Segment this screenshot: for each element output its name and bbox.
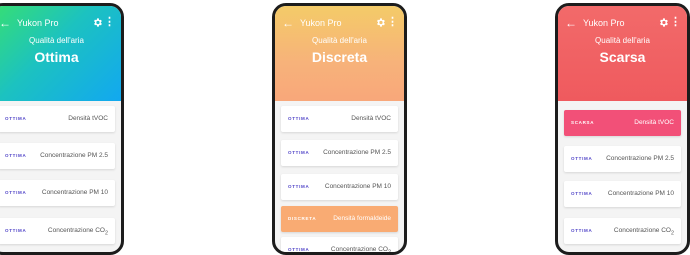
status-badge: OTTIMA: [5, 228, 27, 233]
status-badge: OTTIMA: [288, 116, 310, 121]
more-vert-icon[interactable]: ⋮: [104, 15, 115, 29]
app-header: ← Yukon Pro ⋮ Qualità dell'aria Discreta: [275, 6, 404, 101]
gear-icon[interactable]: [658, 17, 669, 28]
app-header: ← Yukon Pro ⋮ Qualità dell'aria Ottima: [0, 6, 121, 101]
air-quality-caption: Qualità dell'aria: [312, 36, 367, 45]
sensor-card[interactable]: OTTIMA Concentrazione PM 2.5: [564, 146, 681, 172]
sensor-card[interactable]: OTTIMA Concentrazione PM 2.5: [281, 140, 398, 166]
sensor-label: Densità formaldeide: [333, 215, 391, 222]
sensor-label: Densità tVOC: [634, 119, 674, 126]
more-vert-icon[interactable]: ⋮: [670, 15, 681, 29]
status-badge: OTTIMA: [5, 116, 27, 121]
air-quality-value: Scarsa: [599, 49, 646, 65]
status-badge: OTTIMA: [288, 150, 310, 155]
app-header: ← Yukon Pro ⋮ Qualità dell'aria Scarsa: [558, 6, 687, 101]
status-badge: OTTIMA: [5, 153, 27, 158]
status-badge: OTTIMA: [5, 190, 27, 195]
phone-screen-discreta: ← Yukon Pro ⋮ Qualità dell'aria Discreta…: [272, 3, 407, 255]
sensor-card[interactable]: OTTIMA Concentrazione CO2: [564, 218, 681, 244]
phone-screen-ottima: ← Yukon Pro ⋮ Qualità dell'aria Ottima O…: [0, 3, 124, 255]
gear-icon[interactable]: [375, 17, 386, 28]
arrow-left-icon[interactable]: ←: [0, 14, 11, 32]
more-vert-icon[interactable]: ⋮: [387, 15, 398, 29]
sensor-card[interactable]: OTTIMA Concentrazione PM 10: [281, 174, 398, 200]
sensor-label: Concentrazione PM 10: [607, 190, 674, 197]
sensor-card-highlighted[interactable]: DISCRETA Densità formaldeide: [281, 206, 398, 232]
sensor-label: Concentrazione CO2: [330, 237, 391, 255]
sensor-card[interactable]: OTTIMA Concentrazione PM 2.5: [0, 143, 115, 169]
sensor-card[interactable]: OTTIMA Concentrazione CO2: [281, 237, 398, 255]
air-quality-caption: Qualità dell'aria: [595, 36, 650, 45]
phone-screen-scarsa: ← Yukon Pro ⋮ Qualità dell'aria Scarsa S…: [555, 3, 690, 255]
status-badge: OTTIMA: [571, 191, 593, 196]
status-badge: OTTIMA: [571, 156, 593, 161]
sensor-label: Concentrazione PM 2.5: [606, 155, 674, 162]
sensor-label-text: Concentrazione CO: [330, 246, 388, 253]
app-title: Yukon Pro: [583, 18, 625, 28]
sensor-label: Densità tVOC: [351, 115, 391, 122]
arrow-left-icon[interactable]: ←: [282, 14, 294, 32]
sensor-card[interactable]: OTTIMA Densità tVOC: [281, 106, 398, 132]
sensor-label: Concentrazione PM 10: [41, 189, 108, 196]
status-badge: DISCRETA: [288, 216, 317, 221]
gear-icon[interactable]: [92, 17, 103, 28]
sensor-label-text: Concentrazione CO: [47, 227, 105, 234]
sensor-label-text: Concentrazione CO: [613, 227, 671, 234]
sensor-label: Concentrazione CO2: [48, 218, 108, 246]
subscript: 2: [387, 249, 391, 255]
sensor-card[interactable]: OTTIMA Concentrazione PM 10: [0, 180, 115, 206]
app-title: Yukon Pro: [17, 18, 59, 28]
sensor-card[interactable]: OTTIMA Densità tVOC: [0, 106, 115, 132]
subscript: 2: [104, 230, 108, 237]
status-badge: OTTIMA: [288, 247, 310, 252]
arrow-left-icon[interactable]: ←: [565, 14, 577, 32]
status-badge: OTTIMA: [288, 184, 310, 189]
sensor-label: Concentrazione CO2: [614, 218, 674, 246]
sensor-card[interactable]: OTTIMA Concentrazione PM 10: [564, 181, 681, 207]
app-title: Yukon Pro: [300, 18, 342, 28]
app-bar: ← Yukon Pro ⋮: [0, 14, 121, 32]
air-quality-value: Ottima: [34, 49, 79, 65]
sensor-label: Concentrazione PM 2.5: [40, 152, 108, 159]
air-quality-caption: Qualità dell'aria: [29, 36, 84, 45]
subscript: 2: [670, 230, 674, 237]
sensor-card-highlighted[interactable]: SCARSA Densità tVOC: [564, 110, 681, 136]
status-badge: OTTIMA: [571, 228, 593, 233]
sensor-label: Concentrazione PM 10: [324, 183, 391, 190]
app-bar: ← Yukon Pro ⋮: [558, 14, 687, 32]
sensor-label: Densità tVOC: [68, 115, 108, 122]
air-quality-value: Discreta: [311, 49, 368, 65]
sensor-label: Concentrazione PM 2.5: [323, 149, 391, 156]
app-bar: ← Yukon Pro ⋮: [275, 14, 404, 32]
sensor-card[interactable]: OTTIMA Concentrazione CO2: [0, 218, 115, 244]
status-badge: SCARSA: [571, 120, 595, 125]
